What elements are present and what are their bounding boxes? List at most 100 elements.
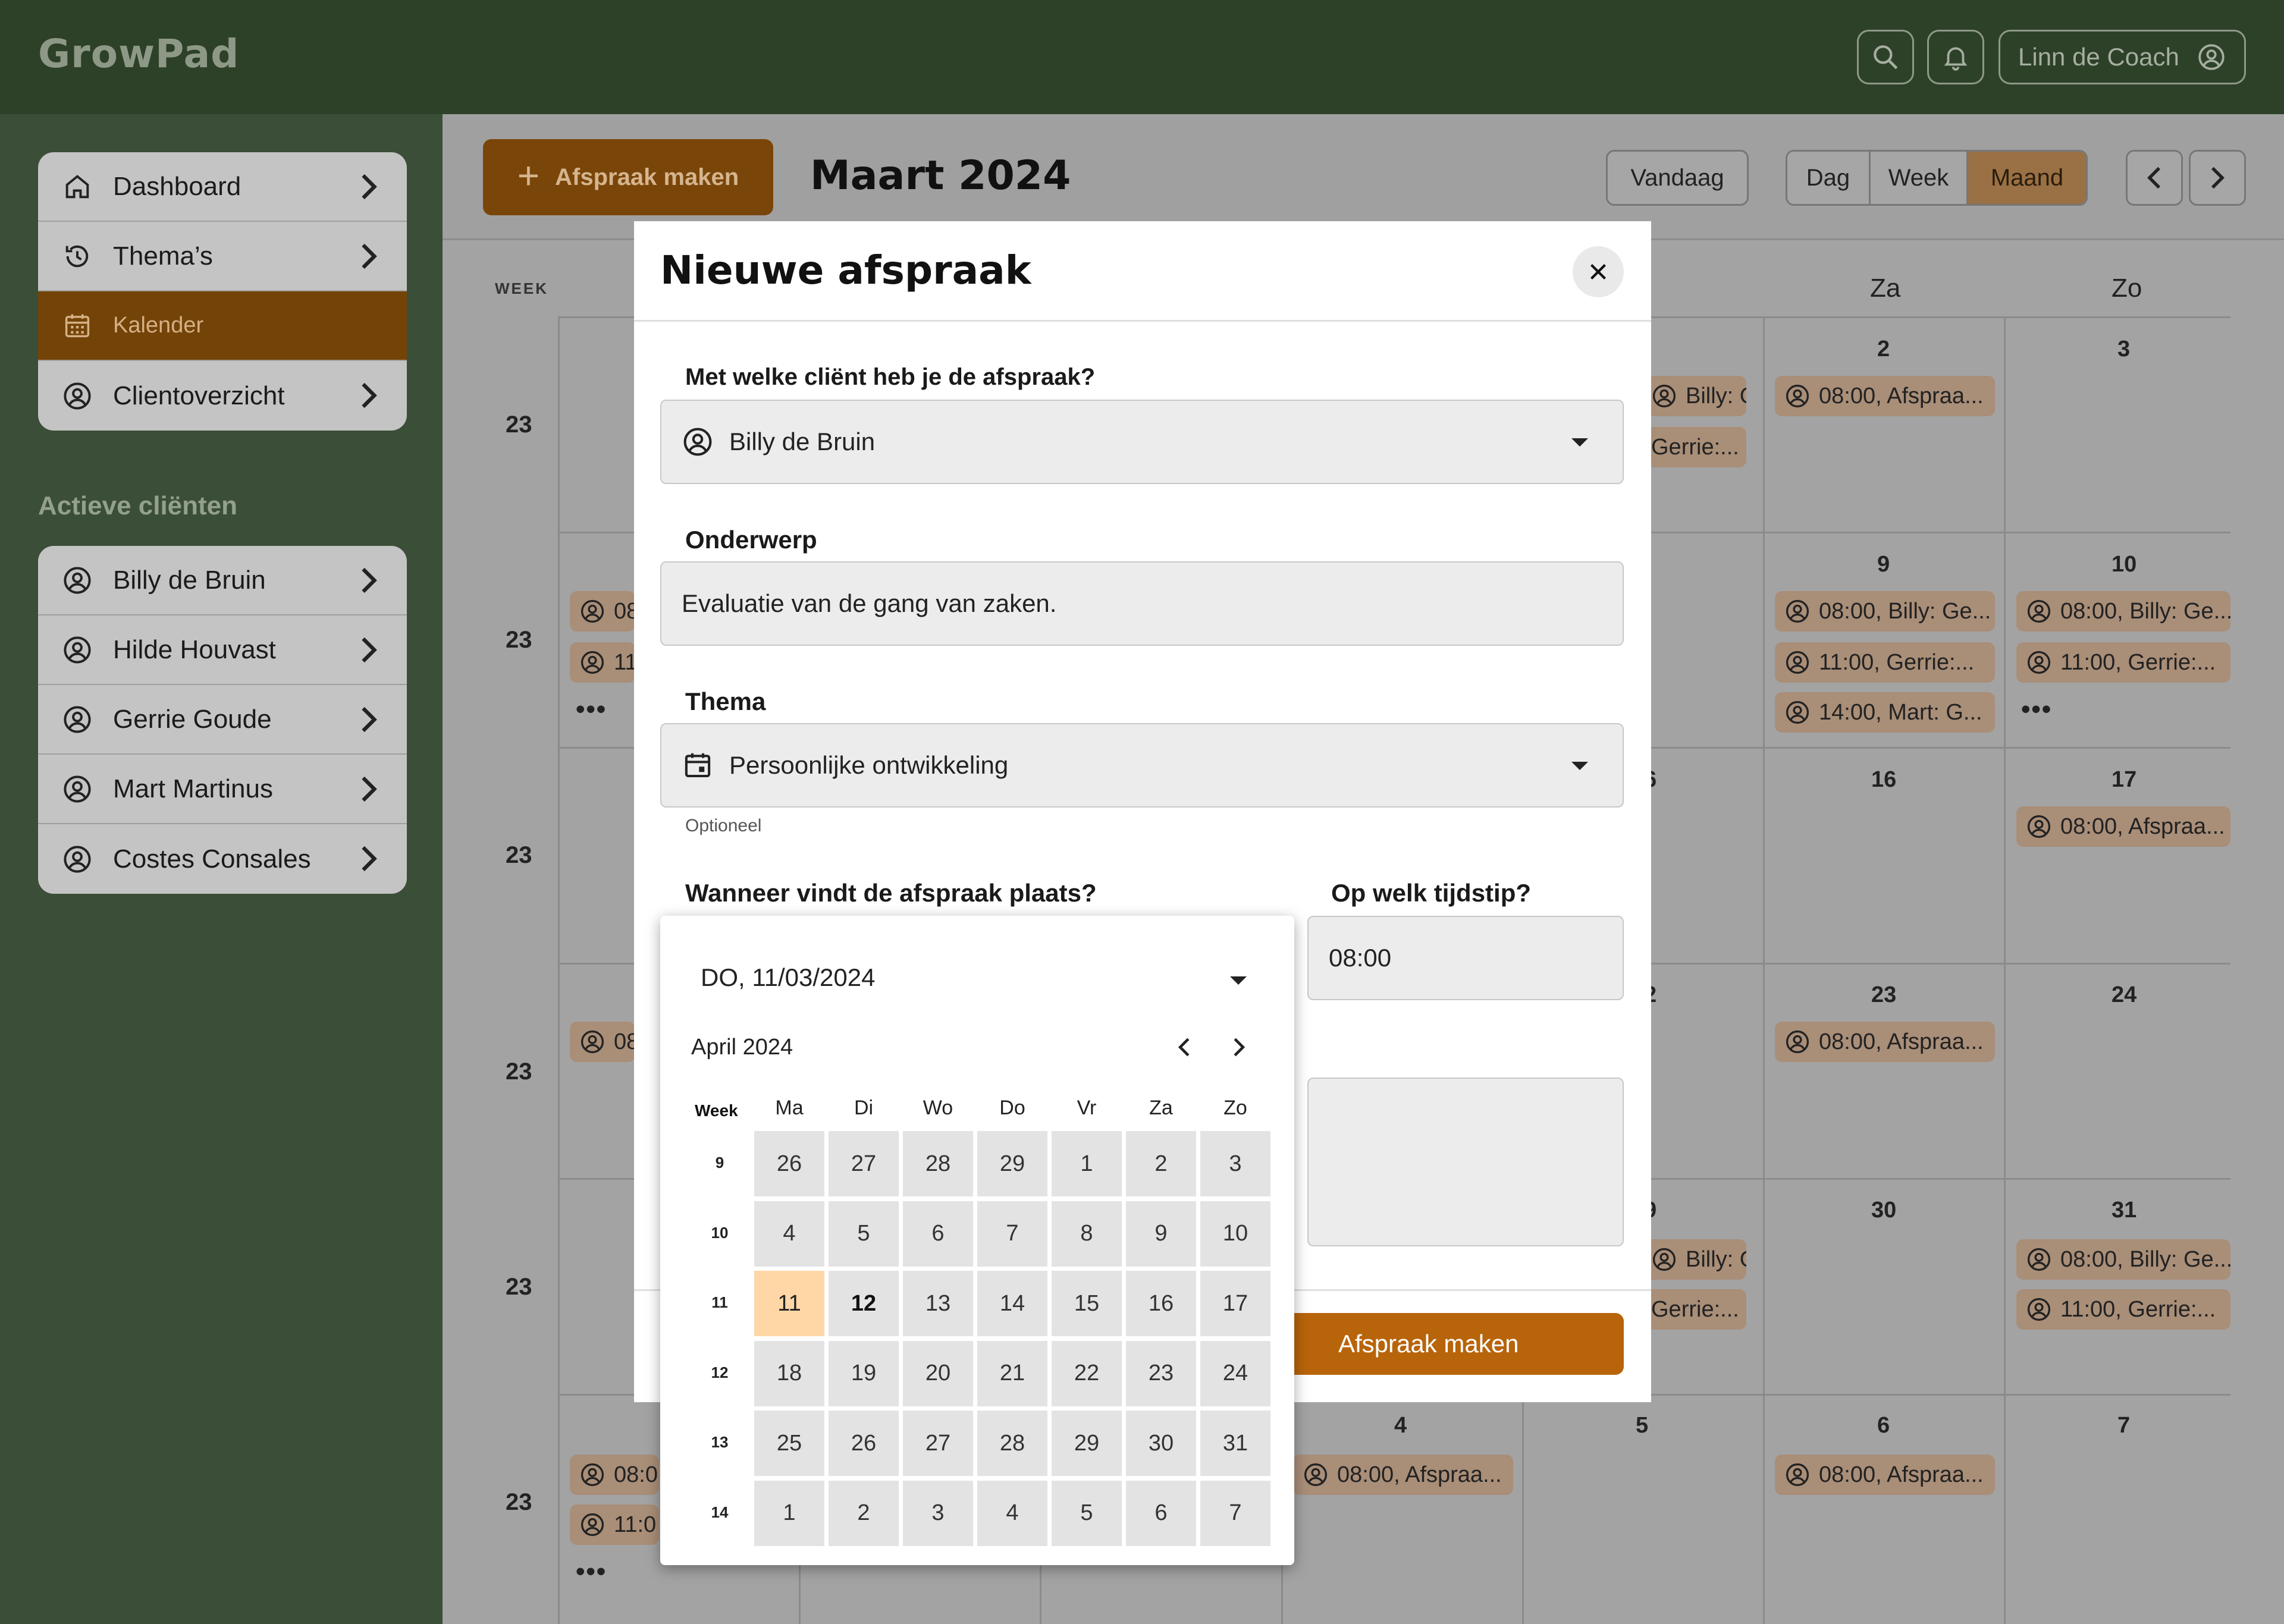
submit-appointment-button[interactable]: Afspraak maken [1276,1313,1624,1375]
picker-day-cell[interactable]: 22 [1052,1340,1122,1406]
client-item[interactable]: Mart Martinus [38,755,407,824]
picker-day-cell[interactable]: 17 [1200,1271,1270,1336]
calendar-event[interactable]: 08:0 [570,1455,659,1495]
picker-day-cell[interactable]: 3 [903,1480,973,1546]
calendar-event[interactable]: 11:00, Gerrie:... [2016,642,2230,683]
picker-day-cell[interactable]: 7 [977,1201,1047,1267]
nav-item-dashboard[interactable]: Dashboard [38,152,407,222]
theme-select[interactable]: Persoonlijke ontwikkeling [660,723,1624,808]
client-item[interactable]: Billy de Bruin [38,546,407,615]
calendar-event[interactable]: 11:0 [570,1504,659,1545]
today-button[interactable]: Vandaag [1606,150,1749,206]
calendar-event[interactable]: 08:00, Afspraa... [1293,1455,1513,1495]
picker-day-cell[interactable]: 18 [754,1340,824,1406]
next-month-button[interactable] [2189,150,2246,206]
picker-day-cell[interactable]: 30 [1126,1411,1196,1476]
picker-day-cell[interactable]: 4 [977,1480,1047,1546]
calendar-event[interactable]: Gerrie:... [1643,427,1746,467]
picker-day-cell[interactable]: 26 [754,1131,824,1196]
picker-day-cell[interactable]: 1 [754,1480,824,1546]
picker-day-cell[interactable]: 9 [1126,1201,1196,1267]
picker-week-header: Week [695,1101,738,1120]
picker-day-cell[interactable]: 5 [829,1201,899,1267]
picker-day-cell[interactable]: 14 [977,1271,1047,1336]
calendar-event[interactable]: 08:00, Afspraa... [2016,806,2230,847]
more-events-icon[interactable]: ••• [2021,695,2052,724]
picker-day-cell[interactable]: 21 [977,1340,1047,1406]
picker-day-cell[interactable]: 8 [1052,1201,1122,1267]
picker-day-cell[interactable]: 23 [1126,1340,1196,1406]
picker-day-cell[interactable]: 27 [829,1131,899,1196]
subject-input[interactable]: Evaluatie van de gang van zaken. [660,561,1624,646]
picker-day-cell[interactable]: 31 [1200,1411,1270,1476]
picker-day-cell[interactable]: 6 [903,1201,973,1267]
calendar-event[interactable]: Billy: Ge... [1643,376,1746,416]
picker-day-cell[interactable]: 28 [903,1131,973,1196]
client-item[interactable]: Hilde Houvast [38,615,407,685]
calendar-event[interactable]: Billy: Ge... [1643,1239,1746,1280]
more-events-icon[interactable]: ••• [576,1557,607,1587]
picker-week-number: 12 [711,1363,729,1381]
client-item[interactable]: Costes Consales [38,824,407,894]
calendar-event[interactable]: 08:00, Billy: Ge... [2016,591,2230,632]
picker-day-cell[interactable]: 26 [829,1411,899,1476]
picker-day-cell[interactable]: 15 [1052,1271,1122,1336]
picker-day-cell[interactable]: 24 [1200,1340,1270,1406]
calendar-event[interactable]: 14:00, Mart: G... [1775,692,1995,733]
nav-item-clients[interactable]: Clientoverzicht [38,361,407,431]
picker-day-cell[interactable]: 7 [1200,1480,1270,1546]
notifications-button[interactable] [1927,30,1984,84]
calendar-event[interactable]: 11 [570,642,635,683]
close-button[interactable] [1573,246,1624,297]
calendar-event[interactable]: 11:00, Gerrie:... [2016,1289,2230,1330]
picker-day-cell[interactable]: 16 [1126,1271,1196,1336]
picker-day-cell[interactable]: 13 [903,1271,973,1336]
calendar-event[interactable]: 08:00, Billy: Ge... [1775,591,1995,632]
calendar-event[interactable]: 08:00, Afspraa... [1775,376,1995,416]
client-item[interactable]: Gerrie Goude [38,685,407,755]
user-menu-button[interactable]: Linn de Coach [1999,30,2246,84]
picker-day-cell[interactable]: 12 [829,1271,899,1336]
calendar-event[interactable]: 08 [570,1022,635,1062]
picker-day-cell[interactable]: 1 [1052,1131,1122,1196]
picker-next-month-button[interactable] [1224,1032,1254,1062]
picker-day-cell[interactable]: 2 [1126,1131,1196,1196]
picker-day-cell[interactable]: 19 [829,1340,899,1406]
picker-day-cell[interactable]: 20 [903,1340,973,1406]
time-input[interactable]: 08:00 [1307,916,1624,1000]
search-button[interactable] [1857,30,1914,84]
picker-prev-month-button[interactable] [1169,1032,1199,1062]
theme-select-value: Persoonlijke ontwikkeling [729,751,1009,779]
picker-day-cell[interactable]: 2 [829,1480,899,1546]
calendar-event[interactable]: 08:00, Billy: Ge... [2016,1239,2230,1280]
picker-day-cell[interactable]: 6 [1126,1480,1196,1546]
more-events-icon[interactable]: ••• [576,695,607,724]
create-appointment-button[interactable]: + Afspraak maken [483,139,773,215]
nav-item-calendar[interactable]: Kalender [38,291,407,361]
calendar-event[interactable]: Gerrie:... [1643,1289,1746,1330]
calendar-event[interactable]: 08:00, Afspraa... [1775,1455,1995,1495]
view-month-button[interactable]: Maand [1968,152,2086,204]
picker-day-cell[interactable]: 3 [1200,1131,1270,1196]
picker-day-cell[interactable]: 29 [977,1131,1047,1196]
picker-day-cell[interactable]: 5 [1052,1480,1122,1546]
picker-day-cell[interactable]: 29 [1052,1411,1122,1476]
calendar-event[interactable]: 08:00, Afspraa... [1775,1022,1995,1062]
dropdown-caret-icon[interactable] [1230,976,1247,985]
picker-day-cell[interactable]: 10 [1200,1201,1270,1267]
selected-date[interactable]: DO, 11/03/2024 [701,963,875,992]
prev-month-button[interactable] [2126,150,2183,206]
calendar-event[interactable]: 08 [570,591,635,632]
picker-day-cell[interactable]: 27 [903,1411,973,1476]
picker-day-cell[interactable]: 4 [754,1201,824,1267]
picker-day-cell[interactable]: 11 [754,1271,824,1336]
picker-day-cell[interactable]: 28 [977,1411,1047,1476]
notes-input[interactable] [1307,1078,1624,1246]
client-select[interactable]: Billy de Bruin [660,400,1624,484]
view-day-button[interactable]: Dag [1787,152,1871,204]
nav-item-themes[interactable]: Thema’s [38,222,407,291]
calendar-event[interactable]: 11:00, Gerrie:... [1775,642,1995,683]
picker-day-cell[interactable]: 25 [754,1411,824,1476]
view-week-button[interactable]: Week [1871,152,1968,204]
nav-label: Kalender [113,313,204,338]
